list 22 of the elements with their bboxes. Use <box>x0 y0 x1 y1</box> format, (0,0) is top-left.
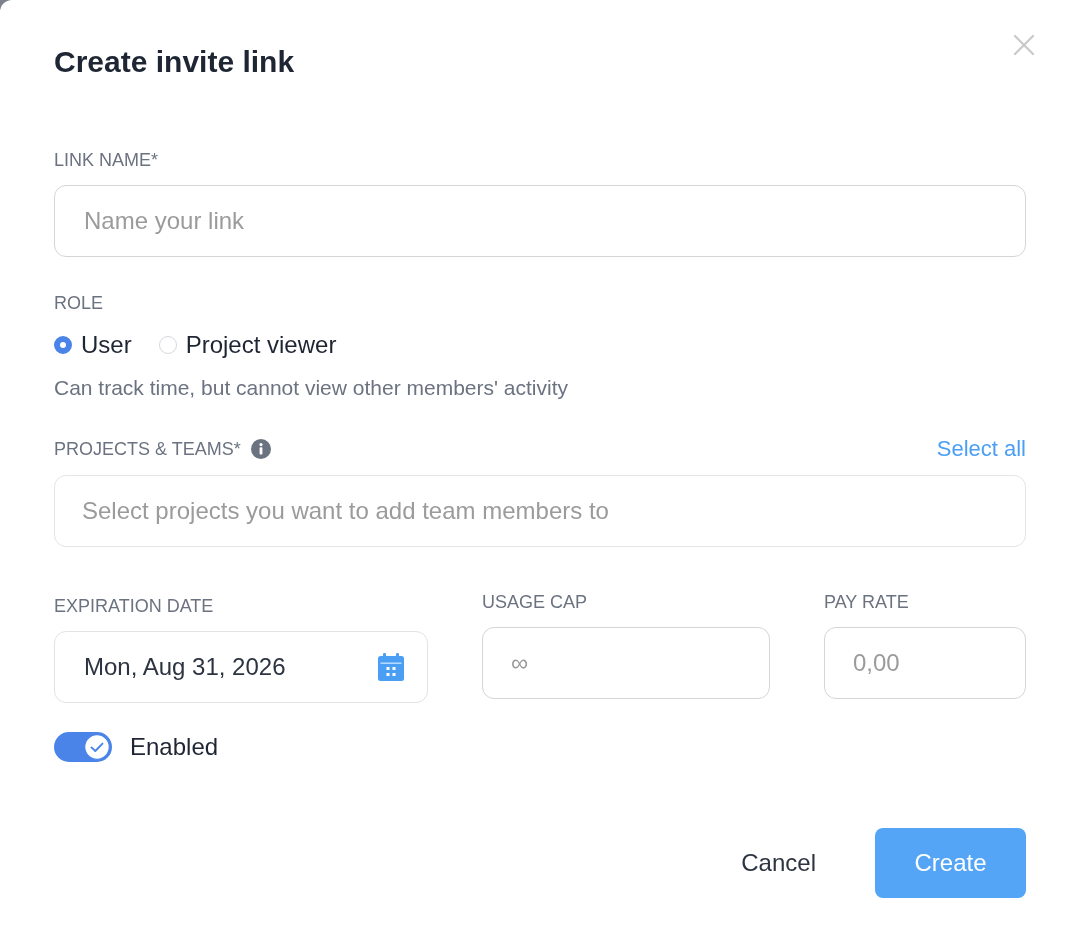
select-field[interactable]: Select projects you want to add team members to <box>54 475 1026 547</box>
field-label: PROJECTS & TEAMS* <box>54 438 241 461</box>
cancel-button[interactable]: Cancel <box>721 828 836 898</box>
input-field[interactable]: Name your link <box>54 185 1026 257</box>
field-label: EXPIRATION DATE <box>54 595 214 618</box>
info-icon[interactable] <box>250 439 271 459</box>
role-description: Can track time, but cannot view other members' activity <box>54 375 569 401</box>
field-label: USAGE CAP <box>482 591 588 614</box>
toggle-label: Enabled <box>130 733 219 761</box>
radio-label[interactable]: User <box>81 331 132 359</box>
radio-button[interactable] <box>54 336 72 354</box>
check-icon <box>84 734 110 760</box>
date-field[interactable]: Mon, Aug 31, 2026 <box>54 631 428 703</box>
calendar-icon[interactable] <box>378 653 404 681</box>
field-label: ROLE <box>54 292 104 315</box>
input-field[interactable]: ∞ <box>482 627 770 699</box>
field-label: PAY RATE <box>824 591 909 614</box>
dialog-title: Create invite link <box>54 44 295 80</box>
radio-label[interactable]: Project viewer <box>185 331 337 359</box>
field-label: LINK NAME* <box>54 149 159 172</box>
toggle-switch[interactable] <box>54 732 112 762</box>
input-field[interactable]: 0,00 <box>824 627 1026 699</box>
